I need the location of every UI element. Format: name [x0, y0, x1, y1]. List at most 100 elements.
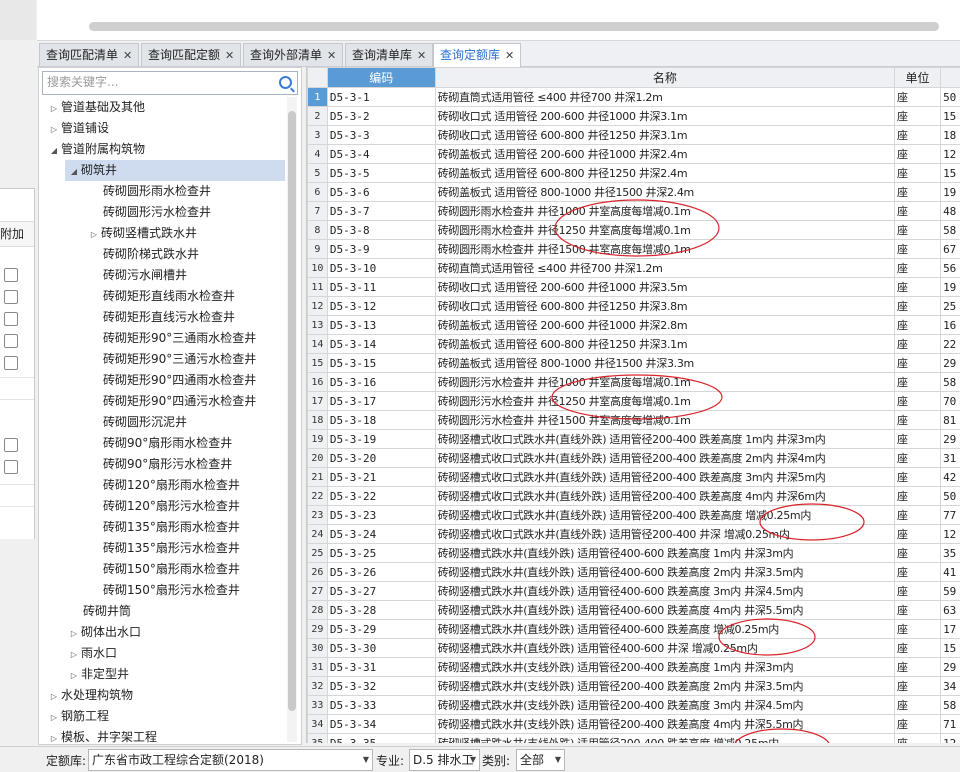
tree-item[interactable]: 砖砌135°扇形雨水检查井	[39, 517, 302, 538]
table-row[interactable]: 30D5-3-30砖砌竖槽式跌水井(直线外跌) 适用管径400-600 井深 增…	[308, 639, 960, 658]
collapsed-arrow-icon[interactable]: ▷	[67, 665, 81, 686]
collapsed-arrow-icon[interactable]: ▷	[87, 224, 101, 245]
attached-checkbox[interactable]	[4, 460, 18, 474]
tree-item[interactable]: 砖砌135°扇形污水检查井	[39, 538, 302, 559]
tree-item[interactable]: 砖砌120°扇形污水检查井	[39, 496, 302, 517]
table-row[interactable]: 5D5-3-5砖砌盖板式 适用管径 600-800 井径1250 井深2.4m座…	[308, 164, 960, 183]
table-row[interactable]: 27D5-3-27砖砌竖槽式跌水井(直线外跌) 适用管径400-600 跌差高度…	[308, 582, 960, 601]
table-row[interactable]: 21D5-3-21砖砌竖槽式收口式跌水井(直线外跌) 适用管径200-400 跌…	[308, 468, 960, 487]
table-row[interactable]: 20D5-3-20砖砌竖槽式收口式跌水井(直线外跌) 适用管径200-400 跌…	[308, 449, 960, 468]
search-icon[interactable]	[279, 76, 292, 89]
table-row[interactable]: 14D5-3-14砖砌盖板式 适用管径 600-800 井径1250 井深3.1…	[308, 335, 960, 354]
table-row[interactable]: 7D5-3-7砖砌圆形雨水检查井 井径1000 井室高度每增减0.1m座48	[308, 202, 960, 221]
tree-item[interactable]: 砖砌污水闸槽井	[39, 265, 302, 286]
library-select[interactable]: 广东省市政工程综合定额(2018) ▼	[88, 749, 373, 771]
tree-item[interactable]: 砖砌阶梯式跌水井	[39, 244, 302, 265]
collapsed-arrow-icon[interactable]: ▷	[47, 98, 61, 119]
table-row[interactable]: 34D5-3-34砖砌竖槽式跌水井(支线外跌) 适用管径200-400 跌差高度…	[308, 715, 960, 734]
tree-item[interactable]: 砖砌120°扇形雨水检查井	[39, 475, 302, 496]
tab-5[interactable]: 查询定额库✕	[433, 43, 521, 67]
column-header-price[interactable]	[941, 68, 960, 88]
tree-vertical-scrollbar[interactable]	[287, 97, 297, 742]
tree-item[interactable]: ▷钢筋工程	[39, 706, 293, 727]
table-row[interactable]: 22D5-3-22砖砌竖槽式收口式跌水井(直线外跌) 适用管径200-400 跌…	[308, 487, 960, 506]
tree-scrollbar-thumb[interactable]	[288, 111, 296, 711]
collapsed-arrow-icon[interactable]: ▷	[47, 707, 61, 728]
attached-checkbox[interactable]	[4, 312, 18, 326]
table-row[interactable]: 35D5-3-35砖砌竖槽式跌水井(支线外跌) 适用管径200-400 跌差高度…	[308, 734, 960, 744]
table-row[interactable]: 9D5-3-9砖砌圆形雨水检查井 井径1500 井室高度每增减0.1m座67	[308, 240, 960, 259]
collapsed-arrow-icon[interactable]: ▷	[67, 623, 81, 644]
category-select[interactable]: 全部 ▼	[516, 749, 565, 771]
table-row[interactable]: 32D5-3-32砖砌竖槽式跌水井(支线外跌) 适用管径200-400 跌差高度…	[308, 677, 960, 696]
table-row[interactable]: 8D5-3-8砖砌圆形雨水检查井 井径1250 井室高度每增减0.1m座58	[308, 221, 960, 240]
tree-item[interactable]: ▷管道基础及其他	[39, 97, 293, 118]
close-icon[interactable]: ✕	[327, 49, 336, 62]
table-row[interactable]: 13D5-3-13砖砌盖板式 适用管径 200-600 井径1000 井深2.8…	[308, 316, 960, 335]
tree-item[interactable]: 砖砌圆形污水检查井	[39, 202, 302, 223]
attached-checkbox[interactable]	[4, 290, 18, 304]
table-row[interactable]: 10D5-3-10砖砌直筒式适用管径 ≤400 井径700 井深1.2m座56	[308, 259, 960, 278]
tree-item[interactable]: 砖砌矩形90°四通雨水检查井	[39, 370, 302, 391]
column-header-unit[interactable]: 单位	[895, 68, 941, 88]
tree-item[interactable]: 砖砌90°扇形雨水检查井	[39, 433, 302, 454]
table-row[interactable]: 16D5-3-16砖砌圆形污水检查井 井径1000 井室高度每增减0.1m座58	[308, 373, 960, 392]
table-row[interactable]: 1D5-3-1砖砌直筒式适用管径 ≤400 井径700 井深1.2m座50	[308, 88, 960, 107]
tree-item[interactable]: ▷砌体出水口	[39, 622, 302, 643]
collapsed-arrow-icon[interactable]: ▷	[67, 644, 81, 665]
tree-item[interactable]: ▷水处理构筑物	[39, 685, 293, 706]
attached-checkbox[interactable]	[4, 438, 18, 452]
table-row[interactable]: 19D5-3-19砖砌竖槽式收口式跌水井(直线外跌) 适用管径200-400 跌…	[308, 430, 960, 449]
close-icon[interactable]: ✕	[123, 49, 132, 62]
attached-checkbox[interactable]	[4, 334, 18, 348]
table-row[interactable]: 17D5-3-17砖砌圆形污水检查井 井径1250 井室高度每增减0.1m座70	[308, 392, 960, 411]
table-row[interactable]: 4D5-3-4砖砌盖板式 适用管径 200-600 井径1000 井深2.4m座…	[308, 145, 960, 164]
tree-item[interactable]: ◢管道附属构筑物	[39, 139, 293, 160]
tab-3[interactable]: 查询外部清单✕	[243, 43, 343, 66]
attached-checkbox[interactable]	[4, 268, 18, 282]
expanded-arrow-icon[interactable]: ◢	[47, 140, 61, 161]
tree-item[interactable]: 砖砌井筒	[39, 601, 302, 622]
tree-item[interactable]: 砖砌90°扇形污水检查井	[39, 454, 302, 475]
specialty-select[interactable]: D.5 排水工 ▼	[409, 749, 480, 771]
close-icon[interactable]: ✕	[505, 49, 514, 62]
tab-4[interactable]: 查询清单库✕	[345, 43, 433, 66]
tree-item[interactable]: ▷非定型井	[39, 664, 302, 685]
table-row[interactable]: 31D5-3-31砖砌竖槽式跌水井(支线外跌) 适用管径200-400 跌差高度…	[308, 658, 960, 677]
tree-item[interactable]: 砖砌矩形90°四通污水检查井	[39, 391, 302, 412]
table-row[interactable]: 25D5-3-25砖砌竖槽式跌水井(直线外跌) 适用管径400-600 跌差高度…	[308, 544, 960, 563]
tree-item[interactable]: ▷砖砌竖槽式跌水井	[39, 223, 302, 244]
tree-item[interactable]: ▷管道铺设	[39, 118, 293, 139]
search-input[interactable]	[43, 72, 271, 92]
table-row[interactable]: 33D5-3-33砖砌竖槽式跌水井(支线外跌) 适用管径200-400 跌差高度…	[308, 696, 960, 715]
tree-item[interactable]: 砖砌150°扇形污水检查井	[39, 580, 302, 601]
table-row[interactable]: 2D5-3-2砖砌收口式 适用管径 200-600 井径1000 井深3.1m座…	[308, 107, 960, 126]
tab-1[interactable]: 查询匹配清单✕	[39, 43, 139, 66]
expanded-arrow-icon[interactable]: ◢	[67, 161, 81, 182]
tree-item[interactable]: 砖砌矩形直线雨水检查井	[39, 286, 302, 307]
attached-checkbox[interactable]	[4, 356, 18, 370]
collapsed-arrow-icon[interactable]: ▷	[47, 686, 61, 707]
tab-2[interactable]: 查询匹配定额✕	[141, 43, 241, 66]
tree-item[interactable]: ▷模板、井字架工程	[39, 727, 293, 745]
close-icon[interactable]: ✕	[225, 49, 234, 62]
tree-item[interactable]: 砖砌矩形直线污水检查井	[39, 307, 302, 328]
close-icon[interactable]: ✕	[417, 49, 426, 62]
table-row[interactable]: 26D5-3-26砖砌竖槽式跌水井(直线外跌) 适用管径400-600 跌差高度…	[308, 563, 960, 582]
tree-item[interactable]: ◢砌筑井	[65, 160, 285, 181]
table-row[interactable]: 15D5-3-15砖砌盖板式 适用管径 800-1000 井径1500 井深3.…	[308, 354, 960, 373]
table-row[interactable]: 11D5-3-11砖砌收口式 适用管径 200-600 井径1000 井深3.5…	[308, 278, 960, 297]
table-row[interactable]: 12D5-3-12砖砌收口式 适用管径 600-800 井径1250 井深3.8…	[308, 297, 960, 316]
column-header-code[interactable]: 编码	[327, 68, 435, 88]
collapsed-arrow-icon[interactable]: ▷	[47, 119, 61, 140]
table-row[interactable]: 18D5-3-18砖砌圆形污水检查井 井径1500 井室高度每增减0.1m座81	[308, 411, 960, 430]
tree-item[interactable]: 砖砌矩形90°三通雨水检查井	[39, 328, 302, 349]
table-row[interactable]: 24D5-3-24砖砌竖槽式收口式跌水井(直线外跌) 适用管径200-400 井…	[308, 525, 960, 544]
tree-item[interactable]: 砖砌圆形沉泥井	[39, 412, 302, 433]
table-row[interactable]: 6D5-3-6砖砌盖板式 适用管径 800-1000 井径1500 井深2.4m…	[308, 183, 960, 202]
tree-item[interactable]: 砖砌矩形90°三通污水检查井	[39, 349, 302, 370]
tree-item[interactable]: 砖砌圆形雨水检查井	[39, 181, 302, 202]
table-row[interactable]: 3D5-3-3砖砌收口式 适用管径 600-800 井径1250 井深3.1m座…	[308, 126, 960, 145]
collapsed-arrow-icon[interactable]: ▷	[47, 728, 61, 745]
tree-item[interactable]: ▷雨水口	[39, 643, 302, 664]
